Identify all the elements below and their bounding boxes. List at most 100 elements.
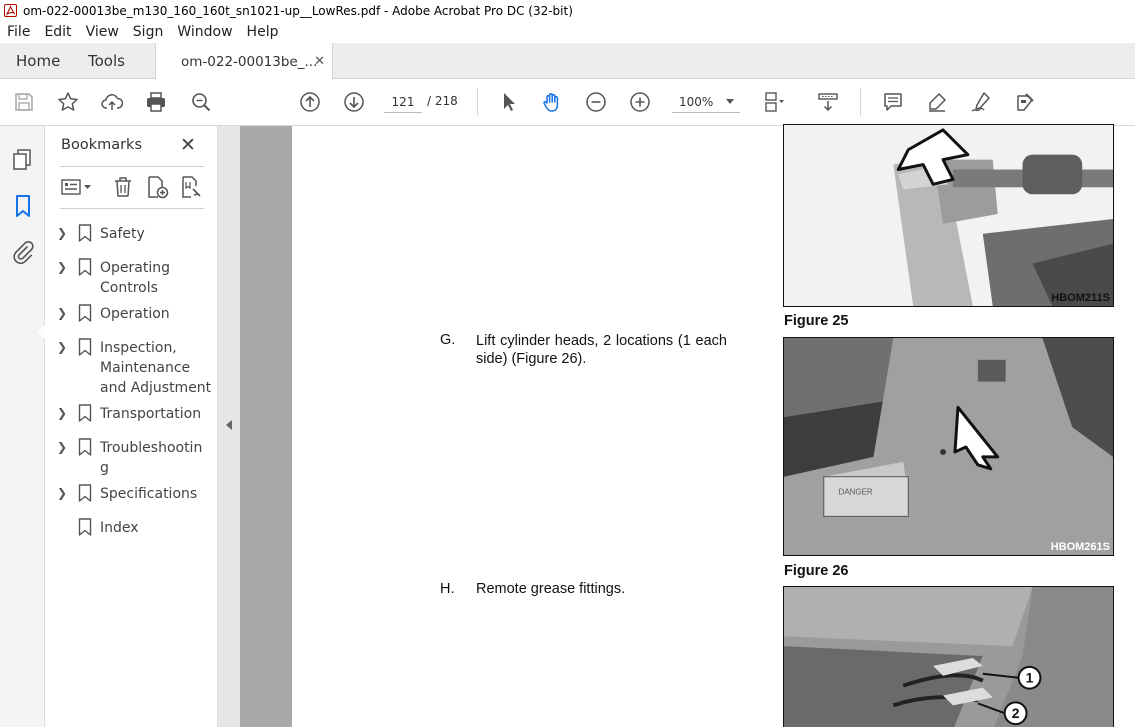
tab-bar: Home Tools om-022-00013be_... ✕ [0,43,1135,80]
delete-bookmark-icon[interactable] [111,175,135,199]
close-tab-icon[interactable]: ✕ [314,54,325,69]
attachments-paperclip-icon[interactable] [11,240,35,264]
figure-code: HBOM261S [1050,541,1110,553]
cloud-upload-icon[interactable] [100,90,124,114]
bookmark-icon [78,518,92,536]
chevron-right-icon[interactable]: ❯ [57,438,71,454]
collapse-arrow-icon[interactable] [226,420,232,430]
chevron-right-icon[interactable]: ❯ [57,224,71,240]
star-icon[interactable] [56,90,80,114]
menu-sign[interactable]: Sign [133,24,164,40]
toolbar-divider [477,88,478,116]
save-icon[interactable] [12,90,36,114]
tab-tools[interactable]: Tools [88,43,125,79]
zoom-search-icon[interactable] [189,90,213,114]
bookmark-panel-icon[interactable] [11,194,35,218]
bookmark-icon [78,438,92,456]
left-navigation-rail [0,126,46,727]
chevron-right-icon[interactable]: ❯ [57,484,71,500]
page-display-icon[interactable] [762,90,786,114]
step-letter-h: H. [440,581,455,597]
bookmark-item-troubleshooting[interactable]: ❯ Troubleshooting [57,438,217,478]
bookmark-search-icon[interactable] [179,175,203,199]
bookmark-icon [78,224,92,242]
previous-page-icon[interactable] [298,90,322,114]
bookmarks-panel: Bookmarks ✕ ❯ Safety ❯ Operating Control… [45,126,218,727]
decal-text: DANGER [839,488,873,497]
menu-edit[interactable]: Edit [44,24,71,40]
acrobat-pdf-icon [4,4,17,17]
bookmark-options-menu-icon[interactable] [59,175,91,199]
remote-grease-fittings-photo-illustration: 1 2 [784,587,1113,727]
zoom-out-icon[interactable] [584,90,608,114]
bookmarks-title: Bookmarks [61,137,143,153]
lift-cylinder-head-photo-illustration: DANGER [784,338,1113,555]
figure-26-photo: DANGER HBOM261S [783,337,1114,556]
step-letter-g: G. [440,332,456,348]
tab-document-label: om-022-00013be_... [181,53,318,70]
menu-window[interactable]: Window [177,24,232,40]
zoom-level-value: 100% [679,94,714,109]
bookmark-label: Transportation [100,406,202,422]
bookmark-label: Operation [100,306,170,322]
toolbar-divider [860,88,861,116]
bookmark-label: Safety [100,226,145,242]
comment-icon[interactable] [881,90,905,114]
bookmark-item-operation[interactable]: ❯ Operation [57,304,217,324]
figure-code: HBOM211S [1051,292,1110,304]
close-panel-icon[interactable]: ✕ [180,134,196,156]
new-bookmark-icon[interactable] [145,175,169,199]
bookmark-label: Specifications [100,486,198,502]
zoom-in-icon[interactable] [628,90,652,114]
figure-26-caption: Figure 26 [784,563,849,579]
bookmark-label: Inspection, Maintenance and Adjustment [100,340,212,396]
bookmark-item-transportation[interactable]: ❯ Transportation [57,404,217,424]
menu-help[interactable]: Help [247,24,279,40]
bookmark-icon [78,404,92,422]
panel-divider [60,208,204,209]
highlight-pen-icon[interactable] [925,90,949,114]
menu-bar: File Edit View Sign Window Help [0,21,1135,43]
hand-tool-icon[interactable] [540,90,564,114]
chevron-right-icon[interactable]: ❯ [57,338,71,354]
toolbar: 121 / 218 100% [0,80,1135,126]
edit-redact-icon[interactable] [1013,90,1037,114]
figure-25-photo: HBOM211S [783,124,1114,307]
window-title: om-022-00013be_m130_160_160t_sn1021-up__… [23,3,573,18]
zoom-level-select[interactable]: 100% [672,91,740,113]
page-total: / 218 [427,94,458,108]
sign-pen-icon[interactable] [969,90,993,114]
bookmark-item-index[interactable]: Index [57,518,217,538]
tab-home[interactable]: Home [16,43,60,79]
menu-view[interactable]: View [86,24,119,40]
figure-25-caption: Figure 25 [784,313,849,329]
bookmark-item-specifications[interactable]: ❯ Specifications [57,484,217,504]
bookmark-item-operating-controls[interactable]: ❯ Operating Controls [57,258,217,298]
next-page-icon[interactable] [342,90,366,114]
collapse-panel-strip[interactable] [218,126,240,727]
bookmark-tools [59,175,209,201]
print-icon[interactable] [144,90,168,114]
callout-1: 1 [1026,670,1034,686]
title-bar: om-022-00013be_m130_160_160t_sn1021-up__… [0,0,1135,21]
callout-2: 2 [1012,705,1020,721]
bookmark-item-safety[interactable]: ❯ Safety [57,224,217,244]
figure-27-photo: 1 2 [783,586,1114,727]
page-thumbnails-icon[interactable] [11,148,35,172]
step-text-h: Remote grease fittings. [476,581,626,597]
bookmark-icon [78,484,92,502]
step-text-g: Lift cylinder heads, 2 locations (1 each… [476,333,727,367]
menu-file[interactable]: File [7,24,30,40]
chevron-right-icon[interactable]: ❯ [57,304,71,320]
chevron-right-icon[interactable]: ❯ [57,404,71,420]
scroll-mode-icon[interactable] [816,90,840,114]
page-number-input[interactable]: 121 [384,91,422,113]
bookmark-label: Troubleshooting [100,440,203,476]
chevron-right-icon[interactable]: ❯ [57,258,71,274]
lift-arm-photo-illustration [784,125,1113,306]
tab-document[interactable]: om-022-00013be_... ✕ [155,43,333,80]
pdf-page[interactable]: G. Lift cylinder heads, 2 locations (1 e… [292,124,1135,727]
bookmark-item-inspection[interactable]: ❯ Inspection, Maintenance and Adjustment [57,338,217,398]
select-cursor-icon[interactable] [497,90,521,114]
